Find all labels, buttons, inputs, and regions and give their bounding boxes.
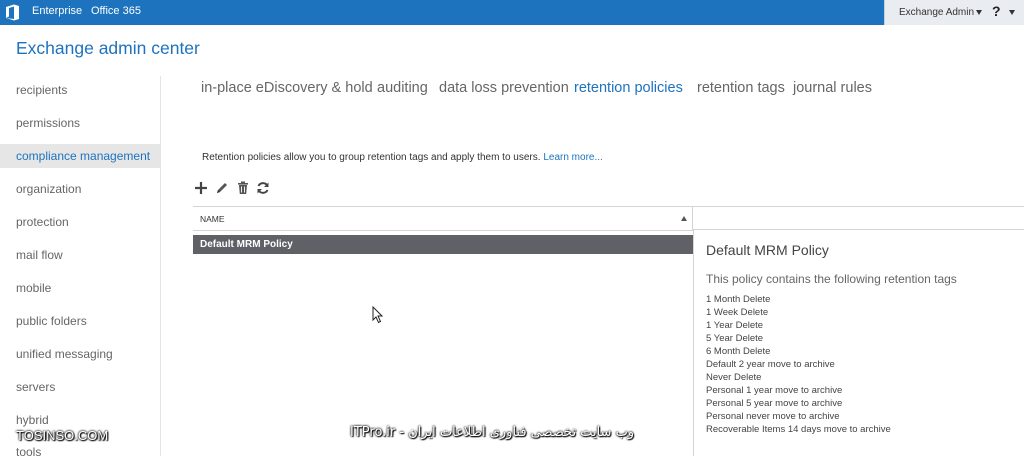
left-nav: recipients permissions compliance manage… [0, 76, 161, 456]
details-divider [693, 230, 694, 456]
list-item: 6 Month Delete [706, 346, 771, 357]
list-item: 5 Year Delete [706, 333, 764, 344]
description-text: Retention policies allow you to group re… [202, 152, 541, 163]
help-caret-icon[interactable] [1009, 10, 1015, 15]
watermark-left: TOSINSO.COM [16, 428, 109, 443]
tab-auditing[interactable]: auditing [377, 80, 428, 96]
list-item: Recoverable Items 14 days move to archiv… [706, 424, 891, 435]
details-header [693, 206, 1024, 230]
tab-retention-policies[interactable]: retention policies [574, 80, 683, 96]
list-item: Default 2 year move to archive [706, 359, 835, 370]
refresh-icon[interactable] [255, 180, 271, 196]
page-description: Retention policies allow you to group re… [202, 152, 603, 163]
nav-item-permissions[interactable]: permissions [0, 111, 160, 135]
list-item: 1 Year Delete [706, 320, 764, 331]
nav-item-mobile[interactable]: mobile [0, 276, 160, 300]
nav-item-servers[interactable]: servers [0, 375, 160, 399]
user-name[interactable]: Exchange Admin [899, 7, 974, 18]
add-icon[interactable] [193, 180, 209, 196]
tab-in-place-ediscovery[interactable]: in-place eDiscovery & hold [201, 80, 373, 96]
tab-journal-rules[interactable]: journal rules [793, 80, 872, 96]
tab-data-loss-prevention[interactable]: data loss prevention [439, 80, 569, 96]
list-header: NAME [193, 207, 693, 231]
list-item: 1 Week Delete [706, 307, 769, 318]
delete-icon[interactable] [235, 180, 251, 196]
list-item: 1 Month Delete [706, 294, 771, 305]
watermark-right: ITPro.ir - وب سایت تخصصی فناوری اطلاعات … [350, 425, 635, 440]
details-title: Default MRM Policy [706, 242, 829, 258]
policy-list: NAME Default MRM Policy [193, 206, 693, 456]
retention-tag-list: 1 Month Delete 1 Week Delete 1 Year Dele… [706, 293, 891, 436]
help-icon[interactable]: ? [992, 3, 1001, 19]
list-item: Personal 1 year move to archive [706, 385, 843, 396]
enterprise-link[interactable]: Enterprise [32, 5, 82, 17]
details-subtitle: This policy contains the following reten… [706, 272, 957, 286]
nav-item-organization[interactable]: organization [0, 177, 160, 201]
nav-item-protection[interactable]: protection [0, 210, 160, 234]
nav-item-unified-messaging[interactable]: unified messaging [0, 342, 160, 366]
nav-item-compliance-management[interactable]: compliance management [0, 144, 160, 168]
user-menu[interactable]: Exchange Admin ? [884, 0, 1024, 25]
nav-item-mail-flow[interactable]: mail flow [0, 243, 160, 267]
tab-retention-tags[interactable]: retention tags [697, 80, 785, 96]
policy-name[interactable]: Default MRM Policy [200, 239, 293, 250]
office365-link[interactable]: Office 365 [91, 5, 141, 17]
list-item: Never Delete [706, 372, 762, 383]
sort-ascending-icon[interactable] [681, 216, 687, 221]
app-title: Exchange admin center [16, 38, 200, 58]
list-item: Personal never move to archive [706, 411, 840, 422]
office-logo-icon[interactable] [5, 4, 20, 21]
table-row[interactable]: Default MRM Policy [193, 235, 693, 254]
nav-item-recipients[interactable]: recipients [0, 78, 160, 102]
edit-icon[interactable] [214, 180, 230, 196]
column-name-header[interactable]: NAME [200, 214, 225, 224]
list-item: Personal 5 year move to archive [706, 398, 843, 409]
mouse-cursor-icon [372, 306, 384, 324]
user-caret-icon[interactable] [976, 10, 982, 15]
top-bar: Enterprise Office 365 Exchange Admin ? [0, 0, 1024, 25]
nav-item-public-folders[interactable]: public folders [0, 309, 160, 333]
learn-more-link[interactable]: Learn more... [543, 152, 602, 163]
